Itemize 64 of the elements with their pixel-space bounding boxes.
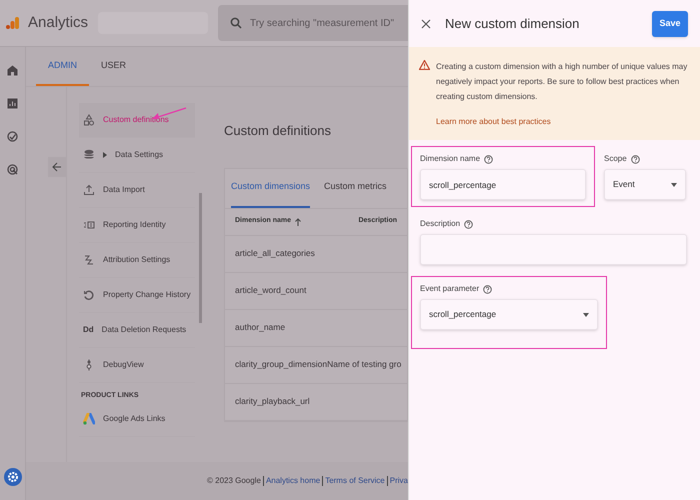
content-tab[interactable]: Custom dimensions [231, 180, 310, 208]
close-icon[interactable] [421, 18, 431, 28]
sidebar-item[interactable]: Data Settings [79, 138, 195, 173]
sidebar-item[interactable]: Attribution Settings [79, 243, 195, 278]
sidebar-item[interactable]: DebugView [79, 348, 195, 383]
panel-title: New custom dimension [445, 14, 580, 33]
table-cell-text: article_word_count [235, 284, 308, 297]
warning-icon [419, 60, 430, 70]
footer-link[interactable]: Terms of Service [325, 475, 385, 487]
table-cell-text: author_name [235, 321, 286, 334]
select-field[interactable]: Event [604, 169, 686, 200]
table-cell-text: article_all_categories [235, 247, 316, 260]
field-label: Scope [604, 153, 627, 165]
target-icon[interactable] [7, 164, 18, 175]
explore-icon[interactable] [7, 131, 18, 142]
field-label: Dimension name [420, 153, 480, 165]
save-button[interactable]: Save [652, 10, 688, 36]
sort-arrow-icon [295, 218, 302, 226]
back-button[interactable] [48, 157, 66, 177]
help-icon[interactable] [484, 154, 494, 164]
shapes-icon [83, 114, 95, 126]
content-tab[interactable]: Custom metrics [324, 180, 387, 208]
help-icon[interactable] [630, 154, 640, 164]
data-deletion-icon: Dd [83, 324, 94, 336]
search-icon [230, 17, 242, 29]
history-icon [83, 289, 95, 301]
select-field[interactable]: scroll_percentage [420, 299, 598, 330]
identity-icon [83, 219, 95, 231]
route-icon [83, 254, 95, 266]
footer-link[interactable]: Priva [390, 475, 408, 487]
sidebar-item[interactable]: Reporting Identity [79, 208, 195, 243]
settings-icon[interactable] [4, 468, 22, 486]
database-icon [83, 149, 95, 161]
admin-tab[interactable]: ADMIN [36, 47, 89, 86]
admin-tab[interactable]: USER [89, 47, 138, 86]
help-icon[interactable] [483, 284, 492, 294]
home-icon[interactable] [7, 65, 18, 76]
back-arrow-icon [52, 162, 62, 172]
upload-icon [83, 184, 95, 196]
sidebar-item[interactable]: Dd Data Deletion Requests [79, 313, 195, 348]
table-cell: Name of testing gro [327, 358, 402, 371]
page-title: Custom definitions [224, 122, 332, 140]
help-icon[interactable] [464, 220, 474, 228]
table-cell: clarity_group_dimension [235, 358, 328, 371]
app-name: Analytics [28, 12, 88, 33]
dropdown-caret-icon [583, 312, 589, 316]
footer-text: © 2023 Google [207, 475, 261, 487]
dropdown-caret-icon [671, 182, 677, 186]
table-cell-text: clarity_playback_url [235, 395, 311, 408]
input-field[interactable] [420, 234, 687, 265]
field-label: Event parameter [420, 283, 480, 295]
search-field[interactable]: Try searching "measurement ID" [218, 5, 408, 41]
sidebar-item[interactable]: Property Change History [79, 278, 195, 313]
report-icon[interactable] [7, 98, 18, 109]
footer-link[interactable]: Analytics home [266, 475, 320, 487]
warning-text: Creating a custom dimension with a high number of unique values may negatively impact your reports. Be sure to follow best practices when creating custom dimensions. [436, 61, 688, 103]
ads-logo-icon [83, 412, 95, 424]
best-practices-link[interactable]: Learn more about best practices [436, 116, 690, 128]
scrollbar[interactable] [199, 193, 202, 323]
input-field[interactable]: scroll_percentage [420, 169, 586, 200]
analytics-logo-icon [6, 16, 20, 30]
field-label: Description [420, 218, 460, 230]
sidebar-item[interactable]: Google Ads Links [79, 402, 195, 436]
sidebar-item[interactable]: Data Import [79, 173, 195, 208]
